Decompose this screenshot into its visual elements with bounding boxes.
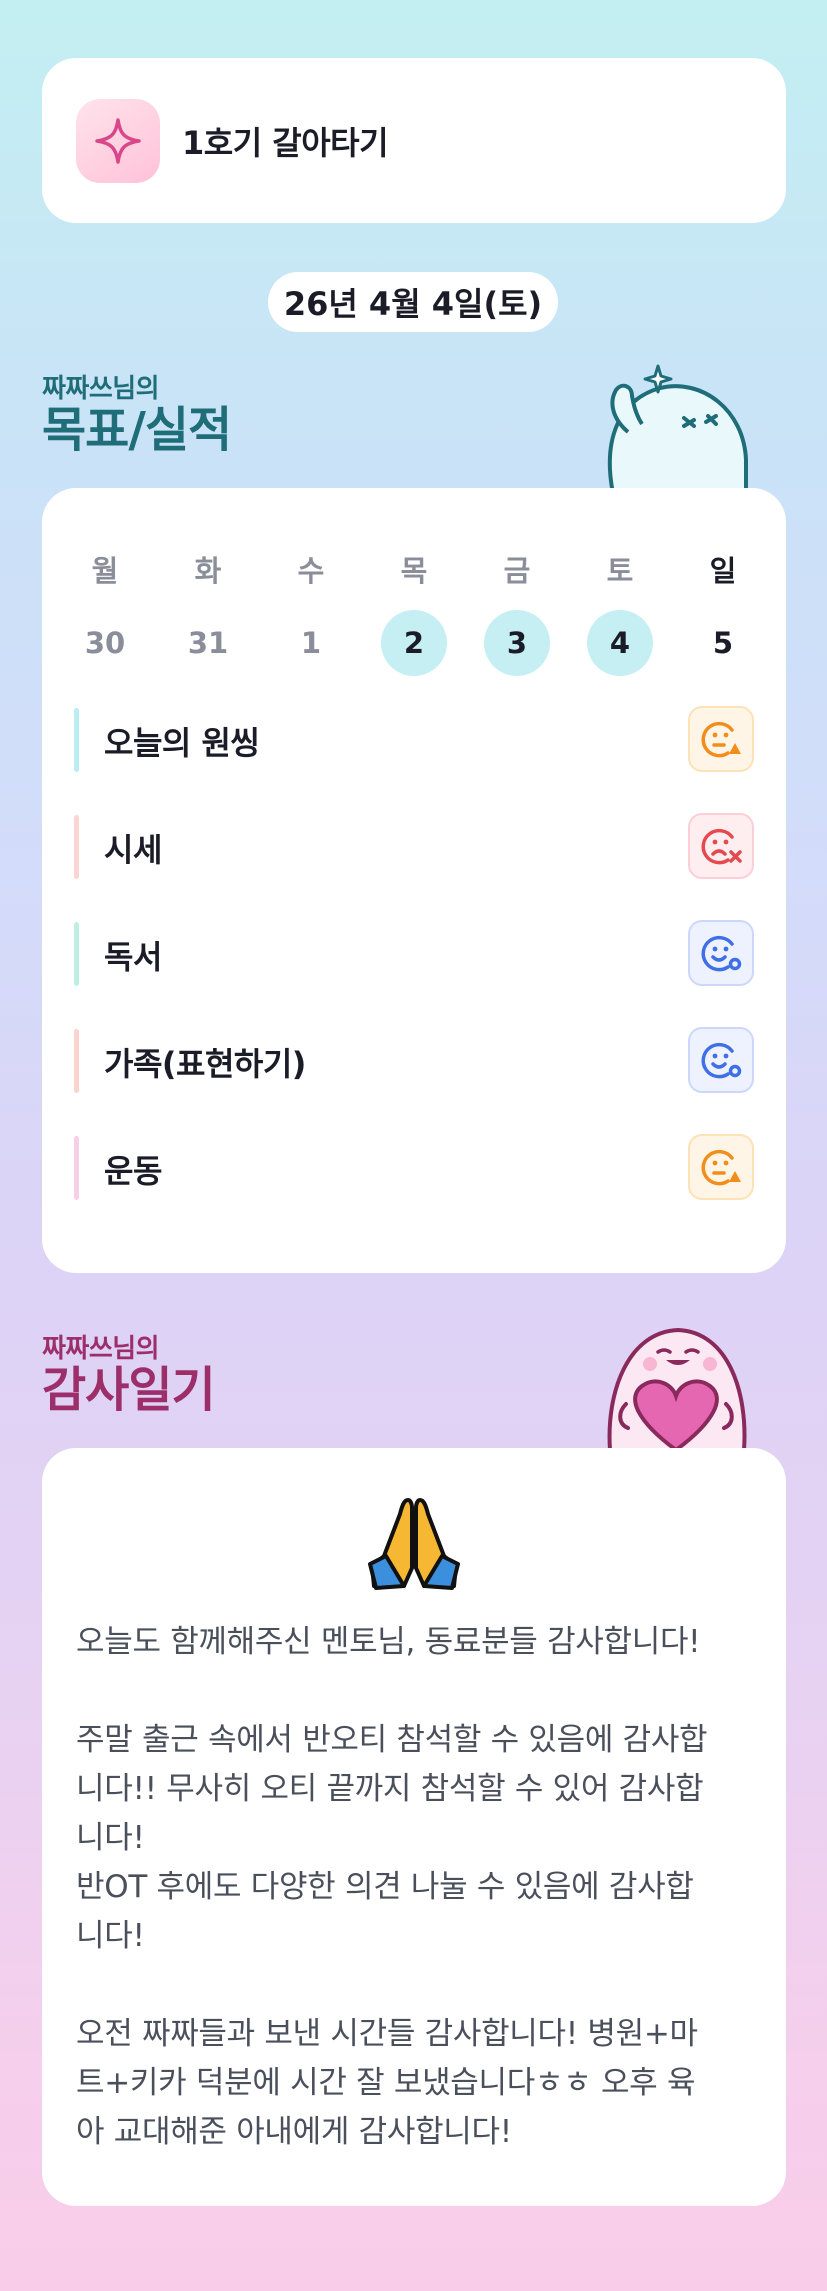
goal-color-bar (74, 815, 79, 879)
cohort-title: 1호기 갈아타기 (182, 124, 389, 162)
goal-color-bar (74, 922, 79, 986)
gratitude-card: 오늘도 함께해주신 멘토님, 동료분들 감사합니다! 주말 출근 속에서 반오티… (42, 1448, 786, 2206)
mascot-heart-illustration (607, 1327, 747, 1450)
goal-label: 가족(표현하기) (104, 1045, 306, 1083)
face-circle-icon[interactable] (688, 1027, 754, 1093)
goal-item-exercise[interactable]: 운동 (74, 1134, 754, 1202)
calendar-date[interactable]: 30 (72, 610, 138, 676)
calendar-date-active[interactable]: 3 (484, 610, 550, 676)
goal-item-reading[interactable]: 독서 (74, 920, 754, 988)
weekday-label: 토 (606, 554, 634, 588)
goal-label: 오늘의 원씽 (104, 724, 260, 762)
goal-list: 오늘의 원씽 시세 독서 가족(표현하기) 운동 (74, 706, 754, 1241)
cohort-card[interactable]: 1호기 갈아타기 (42, 58, 786, 223)
goal-color-bar (74, 1136, 79, 1200)
goal-label: 시세 (104, 831, 162, 869)
face-triangle-icon[interactable] (688, 1134, 754, 1200)
calendar-date[interactable]: 31 (175, 610, 241, 676)
goal-label: 운동 (104, 1152, 162, 1190)
face-circle-icon[interactable] (688, 920, 754, 986)
weekday-label: 금 (503, 554, 531, 588)
date-row: 30 31 1 2 3 4 5 (72, 610, 756, 676)
goal-color-bar (74, 708, 79, 772)
goals-heading: 짜짜쓰님의 목표/실적 (42, 368, 232, 458)
praying-hands-icon (368, 1498, 460, 1590)
weekday-label: 목 (400, 554, 428, 588)
weekday-label: 월 (91, 554, 119, 588)
goal-label: 독서 (104, 938, 162, 976)
calendar-date-selected[interactable]: 4 (587, 610, 653, 676)
gratitude-subtitle: 짜짜쓰님의 (42, 1334, 160, 1364)
face-triangle-icon[interactable] (688, 706, 754, 772)
week-calendar: 월 화 수 목 금 토 일 30 31 1 2 3 4 5 (72, 536, 756, 676)
calendar-date[interactable]: 5 (690, 610, 756, 676)
sparkle-icon (76, 99, 160, 183)
gratitude-title: 감사일기 (42, 1362, 216, 1418)
gratitude-heading: 짜짜쓰님의 감사일기 (42, 1328, 216, 1418)
calendar-date[interactable]: 1 (278, 610, 344, 676)
weekday-row: 월 화 수 목 금 토 일 (72, 536, 756, 602)
goal-item-family[interactable]: 가족(표현하기) (74, 1027, 754, 1095)
weekday-label-sunday: 일 (709, 554, 737, 588)
calendar-date-active[interactable]: 2 (381, 610, 447, 676)
current-date[interactable]: 26년 4월 4일(토) (268, 272, 558, 332)
weekday-label: 화 (194, 554, 222, 588)
mascot-cheer-illustration (607, 364, 748, 490)
goal-item-market-price[interactable]: 시세 (74, 813, 754, 881)
goals-title: 목표/실적 (42, 402, 232, 458)
face-x-icon[interactable] (688, 813, 754, 879)
goal-item-onething[interactable]: 오늘의 원씽 (74, 706, 754, 774)
gratitude-entry-text: 오늘도 함께해주신 멘토님, 동료분들 감사합니다! 주말 출근 속에서 반오티… (76, 1624, 708, 2150)
goals-subtitle: 짜짜쓰님의 (42, 374, 160, 404)
goals-card: 월 화 수 목 금 토 일 30 31 1 2 3 4 5 오늘의 원씽 시세 … (42, 488, 786, 1273)
goal-color-bar (74, 1029, 79, 1093)
weekday-label: 수 (297, 554, 325, 588)
